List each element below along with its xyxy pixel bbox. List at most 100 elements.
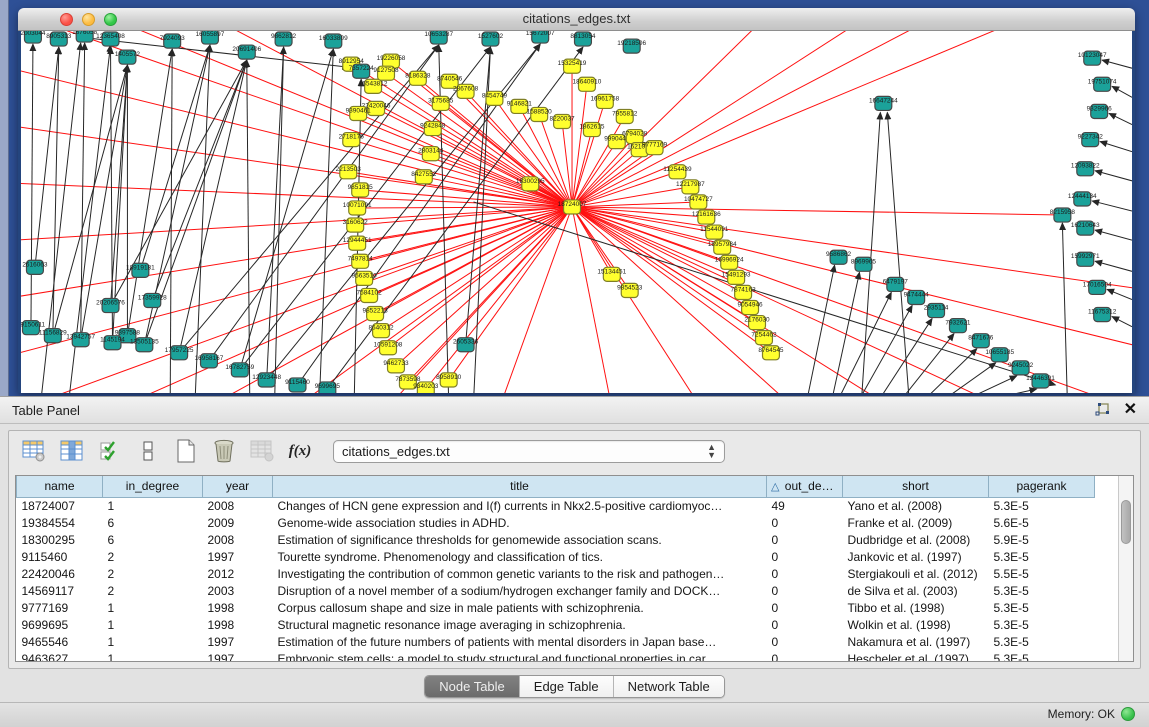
table-scrollbar[interactable]: [1118, 476, 1133, 661]
close-panel-icon[interactable]: ✕: [1124, 401, 1137, 419]
graph-node[interactable]: 9474444: [904, 290, 930, 304]
graph-node[interactable]: 9115460: [285, 378, 310, 392]
network-window-titlebar[interactable]: citations_edges.txt: [18, 8, 1135, 31]
graph-node[interactable]: 11675312: [1088, 308, 1117, 322]
graph-node[interactable]: 13505135: [130, 338, 159, 352]
table-cell[interactable]: 5.3E-5: [989, 650, 1095, 662]
graph-node[interactable]: 18957984: [708, 240, 737, 254]
table-row[interactable]: 1456911722003Disruption of a novel membe…: [17, 582, 1095, 599]
graph-node[interactable]: 18640910: [573, 77, 602, 91]
table-cell[interactable]: Embryonic stem cells: a model to study s…: [273, 650, 767, 662]
graph-node[interactable]: 9390461: [346, 106, 372, 120]
table-cell[interactable]: 6: [103, 531, 203, 548]
float-panel-icon[interactable]: [1095, 403, 1110, 417]
table-cell[interactable]: 5.3E-5: [989, 548, 1095, 565]
graph-node[interactable]: 9245022: [1008, 361, 1034, 375]
column-header-name[interactable]: name: [17, 476, 103, 497]
graph-node[interactable]: 2605336: [453, 338, 479, 352]
graph-node[interactable]: 9054946: [737, 300, 763, 314]
tab-node-table[interactable]: Node Table: [425, 676, 520, 697]
graph-node[interactable]: 12093822: [1071, 162, 1100, 176]
graph-node[interactable]: 16033809: [319, 34, 348, 48]
table-cell[interactable]: Genome-wide association studies in ADHD.: [273, 514, 767, 531]
network-canvas[interactable]: 1872400718300295891295419226058165438129…: [21, 31, 1132, 393]
table-cell[interactable]: 5.3E-5: [989, 582, 1095, 599]
table-select-dropdown[interactable]: citations_edges.txt ▲▼: [333, 440, 725, 463]
table-cell[interactable]: 5.3E-5: [989, 599, 1095, 616]
table-row[interactable]: 977716911998Corpus callosum shape and si…: [17, 599, 1095, 616]
row-height-icon[interactable]: [135, 438, 161, 464]
table-cell[interactable]: 9699695: [17, 616, 103, 633]
table-cell[interactable]: 9777169: [17, 599, 103, 616]
graph-node[interactable]: 2867608: [453, 84, 479, 98]
graph-node[interactable]: 1588520: [527, 107, 553, 121]
graph-node[interactable]: 8215958: [1050, 208, 1076, 222]
column-header-out_de[interactable]: △ out_de…: [767, 476, 843, 497]
graph-node[interactable]: 9329966: [1087, 104, 1113, 118]
graph-node[interactable]: 8427552: [411, 170, 437, 184]
graph-node[interactable]: 9854523: [617, 283, 643, 297]
graph-node[interactable]: 8813054: [570, 32, 596, 46]
graph-node[interactable]: 7932621: [945, 319, 971, 333]
graph-node[interactable]: 9777169: [642, 141, 668, 155]
graph-node[interactable]: 9563510: [352, 271, 378, 285]
table-cell[interactable]: 0: [767, 565, 843, 582]
graph-node[interactable]: 16210643: [1071, 221, 1100, 235]
table-row[interactable]: 969969511998Structural magnetic resonanc…: [17, 616, 1095, 633]
table-cell[interactable]: Tibbo et al. (1998): [843, 599, 989, 616]
table-cell[interactable]: Corpus callosum shape and size in male p…: [273, 599, 767, 616]
table-cell[interactable]: 5.3E-5: [989, 497, 1095, 514]
table-cell[interactable]: 0: [767, 633, 843, 650]
table-cell[interactable]: 5.3E-5: [989, 616, 1095, 633]
table-row[interactable]: 1830029562008Estimation of significance …: [17, 531, 1095, 548]
column-header-short[interactable]: short: [843, 476, 989, 497]
graph-node[interactable]: 11254439: [663, 165, 692, 179]
table-cell[interactable]: 0: [767, 582, 843, 599]
graph-node[interactable]: 9851815: [348, 183, 374, 197]
table-cell[interactable]: Nakamura et al. (1997): [843, 633, 989, 650]
table-cell[interactable]: Yano et al. (2008): [843, 497, 989, 514]
table-cell[interactable]: 0: [767, 531, 843, 548]
table-cell[interactable]: 5.5E-5: [989, 565, 1095, 582]
graph-node[interactable]: 10655185: [985, 348, 1014, 362]
graph-node[interactable]: 2718176: [339, 133, 365, 147]
table-cell[interactable]: 0: [767, 548, 843, 565]
table-cell[interactable]: 0: [767, 599, 843, 616]
import-table-icon[interactable]: [249, 438, 275, 464]
column-header-in_degree[interactable]: in_degree: [103, 476, 203, 497]
table-cell[interactable]: 1: [103, 616, 203, 633]
table-cell[interactable]: 49: [767, 497, 843, 514]
graph-node[interactable]: 13942757: [66, 333, 95, 347]
table-cell[interactable]: 9465546: [17, 633, 103, 650]
graph-node[interactable]: 7254462: [751, 331, 777, 345]
table-cell[interactable]: Investigating the contribution of common…: [273, 565, 767, 582]
graph-node[interactable]: 8958910: [436, 373, 462, 387]
table-cell[interactable]: Estimation of significance thresholds fo…: [273, 531, 767, 548]
table-cell[interactable]: Dudbridge et al. (2008): [843, 531, 989, 548]
graph-node[interactable]: 15672007: [526, 31, 555, 43]
show-columns-icon[interactable]: [59, 438, 85, 464]
graph-node[interactable]: 2616063: [22, 260, 48, 274]
graph-node[interactable]: 8186328: [405, 71, 431, 85]
table-cell[interactable]: 1997: [203, 633, 273, 650]
graph-node[interactable]: 16782759: [225, 363, 254, 377]
column-header-pagerank[interactable]: pagerank: [989, 476, 1095, 497]
table-cell[interactable]: 2008: [203, 531, 273, 548]
graph-node[interactable]: 8454749: [482, 91, 508, 105]
graph-node[interactable]: 7955812: [612, 109, 638, 123]
table-row[interactable]: 946362711997Embryonic stem cells: a mode…: [17, 650, 1095, 662]
table-cell[interactable]: 2003: [203, 582, 273, 599]
graph-node[interactable]: 10123047: [1078, 51, 1107, 65]
graph-node[interactable]: 17957225: [165, 346, 194, 360]
graph-node[interactable]: 1527602: [478, 32, 504, 46]
memory-ok-icon[interactable]: [1121, 707, 1135, 721]
graph-node[interactable]: 12161636: [692, 210, 721, 224]
table-cell[interactable]: 19384554: [17, 514, 103, 531]
graph-node[interactable]: 12944451: [343, 236, 372, 250]
graph-node[interactable]: 2003044: [21, 31, 46, 43]
table-cell[interactable]: 0: [767, 616, 843, 633]
graph-node[interactable]: 17016504: [1083, 280, 1112, 294]
tab-network-table[interactable]: Network Table: [614, 676, 724, 697]
table-cell[interactable]: 1997: [203, 650, 273, 662]
table-cell[interactable]: Jankovic et al. (1997): [843, 548, 989, 565]
